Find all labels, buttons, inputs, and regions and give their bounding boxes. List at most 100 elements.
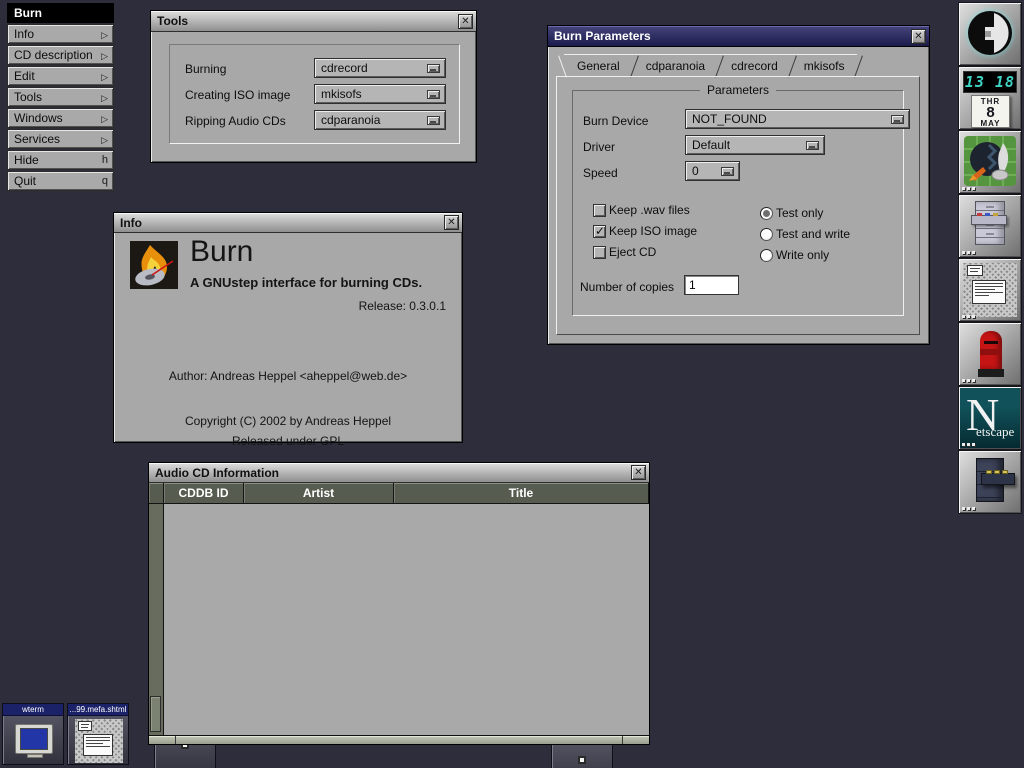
running-app-dots xyxy=(962,315,975,318)
table-header: CDDB ID Artist Title xyxy=(149,483,649,504)
checkbox-checked-icon xyxy=(593,225,606,238)
popup-handle-icon xyxy=(891,115,904,124)
copies-field[interactable] xyxy=(684,275,739,295)
running-app-dots xyxy=(962,379,975,382)
dock-tile-dark-cabinet[interactable] xyxy=(958,450,1022,514)
close-icon[interactable]: ✕ xyxy=(458,14,473,29)
test-only-radio[interactable]: Test only xyxy=(760,206,823,220)
miniwindow-wterm[interactable]: wterm xyxy=(2,703,64,765)
popup-handle-icon xyxy=(427,116,440,125)
driver-popup[interactable]: Default xyxy=(685,135,825,155)
submenu-arrow-icon: ▷ xyxy=(101,26,108,44)
dock-tile-document[interactable] xyxy=(958,258,1022,322)
lcd-time-display: 13 18 xyxy=(963,71,1017,93)
submenu-arrow-icon: ▷ xyxy=(101,131,108,149)
burn-device-popup[interactable]: NOT_FOUND xyxy=(685,109,910,129)
submenu-arrow-icon: ▷ xyxy=(101,68,108,86)
ripping-label: Ripping Audio CDs xyxy=(185,114,286,128)
tab-mkisofs[interactable]: mkisofs xyxy=(791,54,858,76)
info-author: Author: Andreas Heppel <aheppel@web.de> xyxy=(114,369,462,383)
dock-tile-postbox[interactable] xyxy=(958,322,1022,386)
checkbox-icon xyxy=(593,246,606,259)
keep-iso-checkbox[interactable]: Keep ISO image xyxy=(593,224,697,238)
dock-tile-clock[interactable]: 13 18 THR 8 MAY xyxy=(958,66,1022,130)
write-only-radio[interactable]: Write only xyxy=(760,248,829,262)
window-title: Tools xyxy=(154,14,455,28)
popup-handle-icon xyxy=(427,90,440,99)
dock-tile-netscape[interactable]: N etscape xyxy=(958,386,1022,450)
dithered-document-icon xyxy=(75,719,123,763)
table-rows-area[interactable] xyxy=(164,504,649,735)
audio-cd-window: Audio CD Information ✕ CDDB ID Artist Ti… xyxy=(148,462,650,745)
menu-item-quit[interactable]: Quit q xyxy=(7,171,114,191)
iso-popup[interactable]: mkisofs xyxy=(314,84,446,104)
netscape-icon: N etscape xyxy=(960,388,1020,448)
iso-label: Creating ISO image xyxy=(185,88,290,102)
radio-icon xyxy=(760,228,773,241)
miniwindow-label: wterm xyxy=(3,704,63,716)
speed-popup[interactable]: 0 xyxy=(685,161,740,181)
window-resize-bar[interactable] xyxy=(149,735,649,744)
submenu-arrow-icon: ▷ xyxy=(101,47,108,65)
miniwindow-shtml[interactable]: ...99.mefa.shtml xyxy=(67,703,129,765)
menu-item-tools[interactable]: Tools ▷ xyxy=(7,87,114,107)
keep-wav-checkbox[interactable]: Keep .wav files xyxy=(593,203,690,217)
tab-cdrecord[interactable]: cdrecord xyxy=(718,54,791,76)
tab-general[interactable]: General xyxy=(564,54,633,76)
close-icon[interactable]: ✕ xyxy=(911,29,926,44)
submenu-arrow-icon: ▷ xyxy=(101,110,108,128)
scrollbar-knob[interactable] xyxy=(150,696,161,732)
submenu-arrow-icon: ▷ xyxy=(101,89,108,107)
tab-content-box: Parameters Burn Device NOT_FOUND Driver … xyxy=(556,76,920,335)
ripping-popup[interactable]: cdparanoia xyxy=(314,110,446,130)
window-title: Info xyxy=(117,216,441,230)
vertical-scrollbar[interactable] xyxy=(149,504,164,735)
info-license: Released under GPL xyxy=(114,434,462,448)
burning-label: Burning xyxy=(185,62,226,76)
open-drawer-icon xyxy=(971,215,1007,225)
app-menu: Burn Info ▷ CD description ▷ Edit ▷ Tool… xyxy=(7,3,114,191)
calendar-icon: THR 8 MAY xyxy=(971,95,1010,128)
dithered-document-icon xyxy=(963,263,1017,317)
burning-popup[interactable]: cdrecord xyxy=(314,58,446,78)
parameters-tabs: General cdparanoia cdrecord mkisofs xyxy=(564,54,857,76)
close-icon[interactable]: ✕ xyxy=(631,465,646,480)
groupbox-title: Parameters xyxy=(700,83,776,97)
popup-handle-icon xyxy=(806,141,819,150)
info-titlebar[interactable]: Info ✕ xyxy=(114,213,462,233)
burn-parameters-titlebar[interactable]: Burn Parameters ✕ xyxy=(548,26,929,47)
radio-icon xyxy=(760,249,773,262)
info-release: Release: 0.3.0.1 xyxy=(359,299,446,313)
dock-tile-paint-globe[interactable] xyxy=(958,130,1022,194)
menu-item-windows[interactable]: Windows ▷ xyxy=(7,108,114,128)
menu-item-hide[interactable]: Hide h xyxy=(7,150,114,170)
popup-handle-icon xyxy=(721,167,734,176)
menu-item-services[interactable]: Services ▷ xyxy=(7,129,114,149)
menu-key-equivalent: h xyxy=(102,151,108,169)
speed-label: Speed xyxy=(583,166,618,180)
column-header-artist[interactable]: Artist xyxy=(244,483,394,503)
dock-tile-file-cabinet[interactable] xyxy=(958,194,1022,258)
burn-app-icon xyxy=(130,241,178,289)
menu-item-edit[interactable]: Edit ▷ xyxy=(7,66,114,86)
audio-cd-titlebar[interactable]: Audio CD Information ✕ xyxy=(149,463,649,483)
column-header-title[interactable]: Title xyxy=(394,483,649,503)
info-app-name: Burn xyxy=(190,235,253,269)
menu-item-cd-description[interactable]: CD description ▷ xyxy=(7,45,114,65)
tools-window: Tools ✕ Burning cdrecord Creating ISO im… xyxy=(150,10,477,163)
window-title: Burn Parameters xyxy=(551,29,908,43)
tools-titlebar[interactable]: Tools ✕ xyxy=(151,11,476,32)
running-app-dots xyxy=(962,251,975,254)
column-header-cddb[interactable]: CDDB ID xyxy=(164,483,244,503)
tab-cdparanoia[interactable]: cdparanoia xyxy=(633,54,718,76)
menu-title[interactable]: Burn xyxy=(7,3,114,23)
window-title: Audio CD Information xyxy=(152,466,628,480)
driver-label: Driver xyxy=(583,140,615,154)
burn-parameters-window: Burn Parameters ✕ General cdparanoia cdr… xyxy=(547,25,930,345)
close-icon[interactable]: ✕ xyxy=(444,215,459,230)
menu-item-info[interactable]: Info ▷ xyxy=(7,24,114,44)
test-and-write-radio[interactable]: Test and write xyxy=(760,227,850,241)
info-subtitle: A GNUstep interface for burning CDs. xyxy=(190,275,422,290)
dock-tile-windowmaker[interactable] xyxy=(958,2,1022,66)
eject-cd-checkbox[interactable]: Eject CD xyxy=(593,245,656,259)
